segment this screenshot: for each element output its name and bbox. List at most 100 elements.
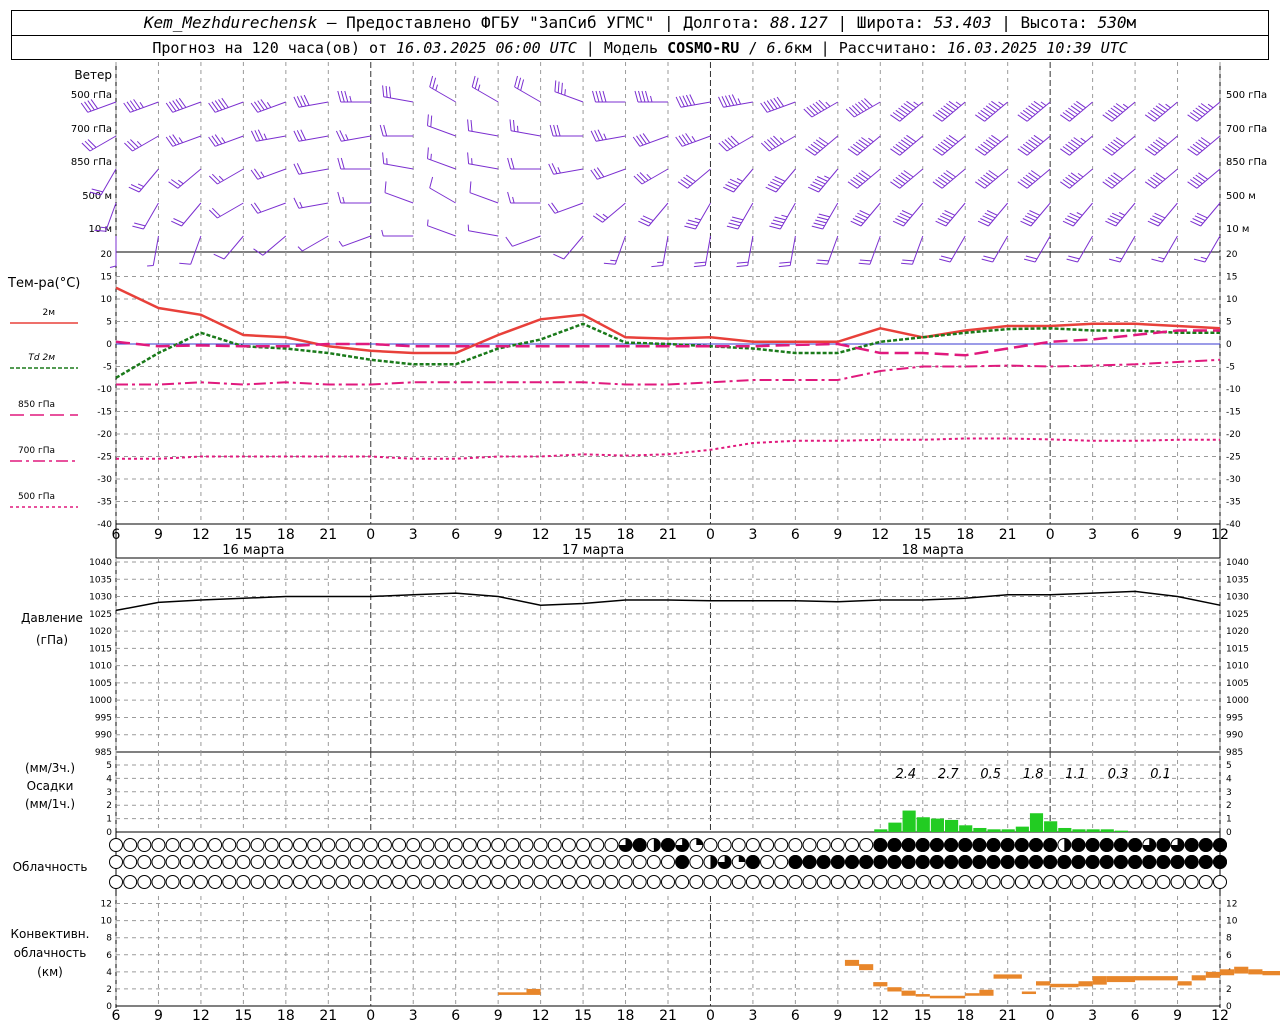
wind-barb <box>1151 235 1178 263</box>
cloud-symbol <box>462 838 477 852</box>
temp-title: Тем-ра(°C) <box>7 276 80 291</box>
cloud-symbol <box>477 875 491 889</box>
wind-barb <box>549 124 584 137</box>
wind-barb <box>603 235 626 265</box>
precip-unit-1h: (мм/1ч.) <box>25 797 75 811</box>
cloud-symbol <box>1099 875 1114 889</box>
wind-barb <box>890 168 924 189</box>
x-tick-label-top: 6 <box>791 527 800 543</box>
cloud-symbol <box>392 875 407 889</box>
model-resolution: 6.6 <box>766 39 794 57</box>
wind-barb <box>723 168 754 193</box>
cloud-symbol <box>661 875 675 889</box>
cloud-symbol <box>1057 875 1072 889</box>
cloud-symbol <box>1029 875 1043 889</box>
cloud-fill <box>1000 838 1015 852</box>
conv-y-tick-right: 12 <box>1226 900 1237 910</box>
temp-y-tick-left: 5 <box>106 318 112 328</box>
wind-barb <box>509 119 541 137</box>
cloud-fill <box>1156 855 1171 869</box>
pres-y-tick-right: 1015 <box>1226 644 1249 654</box>
convective-bar <box>901 990 916 996</box>
cloud-symbol <box>632 875 647 889</box>
cloud-symbol <box>193 875 208 889</box>
pres-y-tick-right: 1020 <box>1226 627 1249 637</box>
cloud-symbol <box>816 838 831 852</box>
convective-bar <box>1220 969 1235 976</box>
cloud-fill <box>1029 855 1043 869</box>
wind-barb <box>467 224 499 237</box>
cloud-symbol <box>193 838 208 852</box>
x-tick-label-bottom: 21 <box>999 1008 1017 1024</box>
cloud-symbol <box>533 855 548 869</box>
wind-barb <box>811 202 839 230</box>
temp-y-tick-right: 5 <box>1226 318 1232 328</box>
convective-bar <box>859 964 874 971</box>
cloud-symbol <box>1198 875 1213 889</box>
x-tick-label-bottom: 0 <box>366 1008 375 1024</box>
cloud-symbol <box>1142 875 1157 889</box>
cloud-symbol <box>462 875 477 889</box>
temp-y-tick-left: 15 <box>101 273 112 283</box>
temp-y-tick-right: -20 <box>1226 430 1241 440</box>
cloud-fill <box>1128 838 1143 852</box>
cloud-symbol <box>929 875 944 889</box>
x-tick-label-bottom: 21 <box>659 1008 677 1024</box>
conv-title-3: (км) <box>37 965 63 979</box>
cloud-symbol <box>788 838 803 852</box>
cloud-symbol <box>420 875 435 889</box>
cloud-symbol <box>349 838 364 852</box>
cloud-symbol <box>250 838 265 852</box>
wind-barb <box>858 235 881 265</box>
precip-bar <box>1086 829 1100 832</box>
wind-level-label-right: 850 гПа <box>1226 157 1267 168</box>
precip-bar <box>902 810 916 832</box>
x-tick-label-bottom: 18 <box>956 1008 974 1024</box>
cloud-symbol <box>1156 875 1171 889</box>
x-tick-label-top: 3 <box>748 527 757 543</box>
cloud-fill <box>972 855 987 869</box>
cloud-symbol <box>944 875 959 889</box>
cloud-symbol <box>377 875 392 889</box>
convective-bar <box>1205 971 1220 978</box>
conv-y-tick-right: 10 <box>1226 917 1238 927</box>
precip-bar <box>874 829 888 832</box>
cloud-symbol <box>1170 875 1185 889</box>
wind-barb <box>847 168 881 189</box>
precip-bar <box>959 825 973 832</box>
cloud-symbol <box>845 875 859 889</box>
cloud-fill <box>1043 838 1058 852</box>
wind-barb <box>505 235 541 247</box>
cloud-fill <box>901 855 916 869</box>
wind-barb <box>939 235 966 263</box>
pressure-title: Давление <box>21 611 83 625</box>
wind-barb <box>338 235 371 247</box>
wind-barb <box>208 134 244 147</box>
cloud-fill <box>958 838 973 852</box>
chart-header: Kem_Mezhdurechensk — Предоставлено ФГБУ … <box>11 10 1269 60</box>
cloud-symbol <box>377 838 392 852</box>
cloud-fill <box>944 838 959 852</box>
cloud-fill <box>661 838 675 852</box>
cloud-symbol <box>576 855 591 869</box>
cloud-symbol <box>561 875 576 889</box>
cloud-symbol <box>420 855 435 869</box>
cloud-symbol <box>179 875 194 889</box>
wind-barb <box>847 135 881 156</box>
cloud-symbol <box>307 838 322 852</box>
cloud-symbol <box>760 875 775 889</box>
prec-y-tick-left: 0 <box>106 828 112 838</box>
precip-3h-total: 1.8 <box>1023 767 1044 782</box>
wind-barb <box>760 135 796 152</box>
wind-barb <box>337 157 371 170</box>
wind-barb <box>1190 202 1221 227</box>
wind-barb <box>507 191 541 204</box>
cloud-fill <box>1099 838 1114 852</box>
cloud-fill <box>986 855 1001 869</box>
wind-barb <box>684 202 711 230</box>
cloud-symbol <box>434 855 449 869</box>
convective-bar <box>993 974 1022 979</box>
wind-barb <box>297 235 329 252</box>
cloud-symbol <box>646 855 661 869</box>
temp-y-tick-left: -20 <box>97 430 112 440</box>
